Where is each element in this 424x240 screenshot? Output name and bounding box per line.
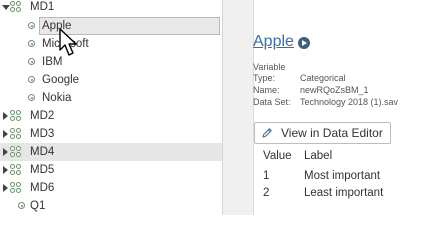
value-column-header: Value [263,150,292,162]
info-panel-gutter [223,0,253,215]
tree-group-md2[interactable]: MD2 [0,107,222,125]
mouse-cursor-icon [59,28,77,56]
variable-set-icon [10,128,26,140]
tree-item-google[interactable]: Google [0,71,222,89]
go-arrow-icon[interactable] [298,37,310,49]
tree-group-label: MD1 [30,1,55,13]
variable-icon [28,94,35,101]
tree-item-label: Nokia [42,92,72,104]
label-cell: Most important [304,170,381,182]
tree-item-label: Google [42,74,80,86]
type-value: Categorical [300,73,346,83]
view-in-data-editor-button[interactable]: View in Data Editor [254,122,391,144]
variable-icon [28,76,35,83]
label-cell: Least important [304,187,384,199]
tree-group-md3[interactable]: MD3 [0,125,222,143]
label-column-header: Label [304,150,333,162]
variable-set-icon [10,110,26,122]
pencil-icon [262,128,272,138]
view-in-data-editor-label: View in Data Editor [281,126,383,140]
variable-set-icon [10,146,26,158]
expand-toggle-icon[interactable] [3,184,8,192]
value-cell: 2 [263,187,270,199]
tree-group-md5[interactable]: MD5 [0,161,222,179]
variable-set-icon [10,164,26,176]
variable-icon [28,22,35,29]
variable-dataset-row: Data Set: Technology 2018 (1).sav [253,97,398,108]
expand-toggle-icon[interactable] [3,148,8,156]
expand-toggle-icon[interactable] [2,5,10,10]
variable-name-row: Name: newRQoZsBM_1 [253,85,369,96]
tree-group-md6[interactable]: MD6 [0,179,222,197]
tree-item-label: Q1 [30,200,46,212]
expand-toggle-icon[interactable] [3,166,8,174]
tree-item-q1[interactable]: Q1 [0,197,222,215]
tree-group-label: MD3 [30,128,55,140]
variable-icon [28,40,35,47]
type-key: Type: [253,73,276,83]
name-value: newRQoZsBM_1 [300,85,369,95]
dataset-value: Technology 2018 (1).sav [300,97,399,107]
tree-item-nokia[interactable]: Nokia [0,89,222,107]
variable-set-icon [10,182,26,194]
tree-item-ibm[interactable]: IBM [0,53,222,71]
tree-group-label: MD2 [30,110,55,122]
tree-group-md4[interactable]: MD4 [0,143,222,161]
variable-kind: Variable [253,62,286,72]
expand-toggle-icon[interactable] [3,130,8,138]
tree-group-label: MD5 [30,164,55,176]
tree-group-md1[interactable]: MD1 [0,0,222,16]
tree-group-label: MD6 [30,182,55,194]
tree-item-apple[interactable]: Apple [0,17,222,35]
dataset-key: Data Set: [253,97,291,107]
variable-type-row: Type: Categorical [253,73,346,84]
expand-toggle-icon[interactable] [3,112,8,120]
tree-item-microsoft[interactable]: Microsoft [0,35,222,53]
variable-set-icon [10,1,26,13]
variables-tree: MD1 Apple Microsoft IBM Google Nokia MD2 [0,0,222,215]
name-key: Name: [253,85,280,95]
variable-title-link[interactable]: Apple [253,33,294,51]
value-cell: 1 [263,170,270,182]
variable-icon [18,202,25,209]
tree-group-label: MD4 [30,146,55,158]
variable-icon [28,58,35,65]
